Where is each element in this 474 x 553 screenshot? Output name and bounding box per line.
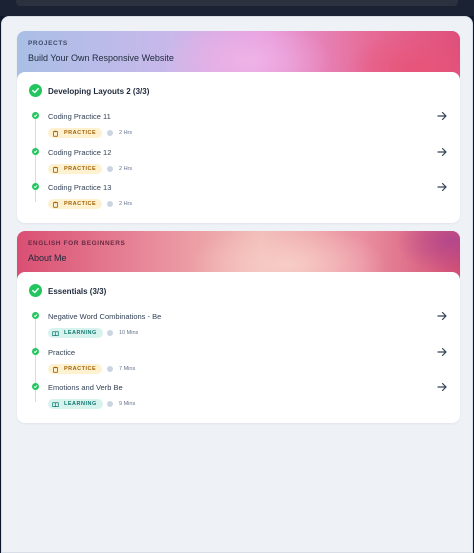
lesson-title[interactable]: Coding Practice 11	[48, 112, 111, 121]
lesson-item[interactable]: Coding Practice 11 PRACTICE 2 Hrs	[17, 110, 460, 146]
clipboard-icon	[52, 166, 59, 173]
arrow-right-icon[interactable]	[436, 310, 448, 322]
section-title: Essentials (3/3)	[48, 287, 107, 296]
arrow-right-icon[interactable]	[436, 181, 448, 193]
section-panel: Developing Layouts 2 (3/3) Coding Practi…	[17, 72, 460, 223]
lesson-item[interactable]: Emotions and Verb Be LEARNING 9 Mins	[17, 381, 460, 417]
lesson-duration: 10 Mins	[119, 330, 139, 336]
lesson-duration: 2 Hrs	[119, 201, 133, 207]
course-category: ENGLISH FOR BEGINNERS	[28, 240, 126, 247]
lesson-title[interactable]: Emotions and Verb Be	[48, 383, 123, 392]
book-icon	[52, 401, 59, 407]
check-dot-icon	[32, 383, 39, 390]
clock-icon	[107, 330, 113, 336]
clock-icon	[107, 401, 113, 407]
practice-badge: PRACTICE	[48, 128, 103, 138]
clipboard-icon	[52, 366, 59, 373]
practice-badge: PRACTICE	[48, 199, 103, 209]
practice-badge: PRACTICE	[48, 164, 103, 174]
top-bar-strip	[16, 0, 458, 6]
clock-icon	[107, 366, 113, 372]
check-circle-icon	[29, 284, 42, 297]
check-dot-icon	[32, 183, 39, 190]
arrow-right-icon[interactable]	[436, 146, 448, 158]
lesson-title[interactable]: Coding Practice 13	[48, 183, 111, 192]
course-title: Build Your Own Responsive Website	[28, 53, 174, 63]
clock-icon	[107, 166, 113, 172]
badge-label: PRACTICE	[64, 201, 97, 207]
practice-badge: PRACTICE	[48, 364, 103, 374]
top-bar	[0, 0, 474, 16]
lesson-item[interactable]: Coding Practice 12 PRACTICE 2 Hrs	[17, 146, 460, 182]
course-title: About Me	[28, 253, 67, 263]
clipboard-icon	[52, 201, 59, 208]
badge-label: PRACTICE	[64, 166, 97, 172]
lesson-title[interactable]: Coding Practice 12	[48, 148, 111, 157]
lesson-title[interactable]: Practice	[48, 348, 75, 357]
badge-label: LEARNING	[64, 401, 97, 407]
check-circle-icon	[29, 84, 42, 97]
lesson-title[interactable]: Negative Word Combinations - Be	[48, 312, 161, 321]
check-dot-icon	[32, 348, 39, 355]
section-title: Developing Layouts 2 (3/3)	[48, 87, 150, 96]
check-dot-icon	[32, 312, 39, 319]
badge-label: PRACTICE	[64, 130, 97, 136]
learning-badge: LEARNING	[48, 328, 103, 338]
section-panel: Essentials (3/3) Negative Word Combinati…	[17, 272, 460, 423]
lesson-duration: 7 Mins	[119, 366, 136, 372]
page-container: PROJECTS Build Your Own Responsive Websi…	[1, 16, 473, 553]
lesson-item[interactable]: Negative Word Combinations - Be LEARNING…	[17, 310, 460, 346]
book-icon	[52, 330, 59, 336]
lesson-duration: 2 Hrs	[119, 166, 133, 172]
learning-badge: LEARNING	[48, 399, 103, 409]
course-card: PROJECTS Build Your Own Responsive Websi…	[17, 31, 460, 223]
check-dot-icon	[32, 112, 39, 119]
clipboard-icon	[52, 130, 59, 137]
course-category: PROJECTS	[28, 40, 68, 47]
badge-label: PRACTICE	[64, 366, 97, 372]
arrow-right-icon[interactable]	[436, 110, 448, 122]
arrow-right-icon[interactable]	[436, 346, 448, 358]
clock-icon	[107, 201, 113, 207]
badge-label: LEARNING	[64, 330, 97, 336]
lesson-duration: 9 Mins	[119, 401, 136, 407]
lesson-item[interactable]: Practice PRACTICE 7 Mins	[17, 346, 460, 382]
arrow-right-icon[interactable]	[436, 381, 448, 393]
lesson-duration: 2 Hrs	[119, 130, 133, 136]
lesson-item[interactable]: Coding Practice 13 PRACTICE 2 Hrs	[17, 181, 460, 217]
course-card: ENGLISH FOR BEGINNERS About Me Essential…	[17, 231, 460, 423]
check-dot-icon	[32, 148, 39, 155]
clock-icon	[107, 130, 113, 136]
